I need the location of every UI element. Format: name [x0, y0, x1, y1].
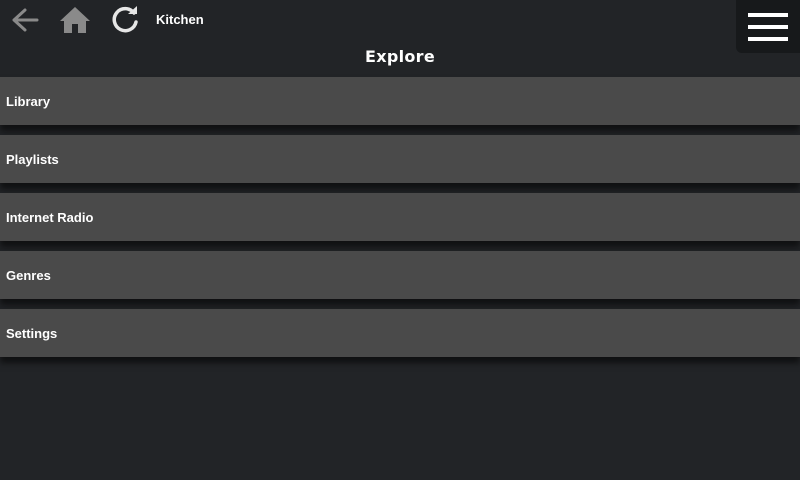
home-icon [60, 7, 90, 33]
main-menu-button[interactable] [736, 0, 800, 53]
top-toolbar: Kitchen [0, 0, 800, 40]
page-title: Explore [364, 47, 436, 66]
explore-menu-list: Library Playlists Internet Radio Genres … [0, 77, 800, 367]
back-button[interactable] [6, 0, 44, 40]
arrow-left-icon [12, 8, 39, 32]
zone-name: Kitchen [156, 12, 204, 27]
refresh-button[interactable] [106, 0, 144, 40]
menu-item-internet-radio[interactable]: Internet Radio [0, 193, 800, 241]
menu-item-library[interactable]: Library [0, 77, 800, 125]
menu-item-label: Library [6, 93, 51, 109]
menu-item-genres[interactable]: Genres [0, 251, 800, 299]
menu-item-label: Playlists [6, 151, 59, 167]
menu-item-label: Internet Radio [6, 209, 94, 225]
menu-item-label: Settings [6, 325, 58, 341]
menu-item-playlists[interactable]: Playlists [0, 135, 800, 183]
refresh-icon [112, 6, 138, 33]
menu-item-settings[interactable]: Settings [0, 309, 800, 357]
menu-item-label: Genres [6, 267, 51, 283]
hamburger-menu-icon [748, 12, 788, 41]
home-button[interactable] [56, 0, 94, 40]
